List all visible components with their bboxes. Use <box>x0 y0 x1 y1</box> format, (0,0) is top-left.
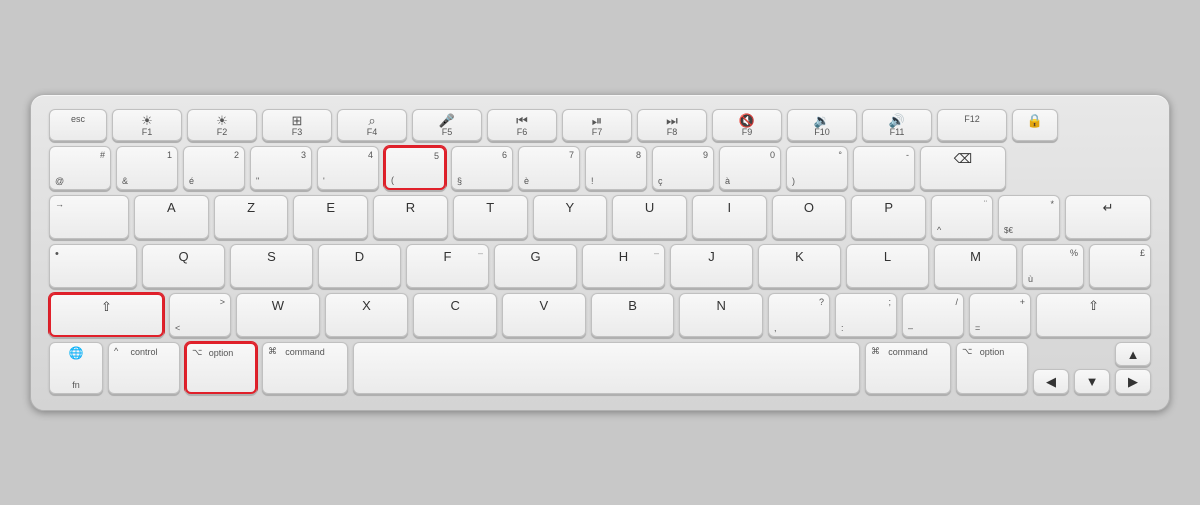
key-n[interactable]: N <box>679 293 763 337</box>
key-arrow-down[interactable]: ▼ <box>1074 369 1110 394</box>
key-i[interactable]: I <box>692 195 767 239</box>
key-a[interactable]: A <box>134 195 209 239</box>
arrow-lr-row: ◀ ▼ ▶ <box>1033 369 1151 394</box>
key-7[interactable]: 7 è <box>518 146 580 190</box>
key-enter[interactable]: ↵ <box>1065 195 1151 239</box>
key-minus[interactable]: - <box>853 146 915 190</box>
modifier-row: 🌐 fn ^ control ⌥ option ⌘ command ⌘ comm… <box>49 342 1151 394</box>
key-control[interactable]: ^ control <box>108 342 180 394</box>
key-f1[interactable]: ☀︎ F1 <box>112 109 182 142</box>
key-comma[interactable]: ? , <box>768 293 830 337</box>
key-f7[interactable]: ⏯ F7 <box>562 109 632 142</box>
key-f10[interactable]: 🔉 F10 <box>787 109 857 142</box>
keyboard: esc ☀︎ F1 ☀ F2 ⊞ F3 ⌕ F4 🎤 F5 ⏮ F6 ⏯ F7 <box>30 94 1170 412</box>
key-o[interactable]: O <box>772 195 847 239</box>
key-arrow-left[interactable]: ◀ <box>1033 369 1069 394</box>
key-j[interactable]: J <box>670 244 753 288</box>
key-slash[interactable]: / – <box>902 293 964 337</box>
key-shift-left[interactable]: ⇧ <box>49 293 164 337</box>
key-arrow-up[interactable]: ▲ <box>1115 342 1151 366</box>
key-r[interactable]: R <box>373 195 448 239</box>
key-0[interactable]: 0 à <box>719 146 781 190</box>
key-g[interactable]: G <box>494 244 577 288</box>
key-e[interactable]: E <box>293 195 368 239</box>
key-space[interactable] <box>353 342 860 394</box>
key-tab[interactable]: → <box>49 195 129 239</box>
key-fn[interactable]: 🌐 fn <box>49 342 103 394</box>
arrow-up-row: ▲ <box>1033 342 1151 366</box>
key-h[interactable]: – H <box>582 244 665 288</box>
key-f9[interactable]: 🔇 F9 <box>712 109 782 142</box>
key-f12[interactable]: F12 <box>937 109 1007 142</box>
key-option-left[interactable]: ⌥ option <box>185 342 257 394</box>
key-backspace[interactable]: ⌫ <box>920 146 1006 190</box>
number-row: # @ 1 & 2 é 3 " 4 ' 5 ( 6 § 7 è <box>49 146 1151 190</box>
key-f2[interactable]: ☀ F2 <box>187 109 257 142</box>
qwerty-row3: ⇧ > < W X C V B N ? , ; : / – + = ⇧ <box>49 293 1151 337</box>
key-arrow-right[interactable]: ▶ <box>1115 369 1151 394</box>
key-command-right[interactable]: ⌘ command <box>865 342 951 394</box>
key-f11[interactable]: 🔊 F11 <box>862 109 932 142</box>
arrow-cluster: ▲ ◀ ▼ ▶ <box>1033 342 1151 394</box>
key-9[interactable]: 9 ç <box>652 146 714 190</box>
key-m[interactable]: M <box>934 244 1017 288</box>
key-f6[interactable]: ⏮ F6 <box>487 109 557 142</box>
key-command-left[interactable]: ⌘ command <box>262 342 348 394</box>
key-d[interactable]: D <box>318 244 401 288</box>
key-esc[interactable]: esc <box>49 109 107 142</box>
key-shift-right[interactable]: ⇧ <box>1036 293 1151 337</box>
key-degree[interactable]: ° ) <box>786 146 848 190</box>
key-b[interactable]: B <box>591 293 675 337</box>
key-pound[interactable]: £ <box>1089 244 1151 288</box>
key-w[interactable]: W <box>236 293 320 337</box>
key-1[interactable]: 1 & <box>116 146 178 190</box>
key-t[interactable]: T <box>453 195 528 239</box>
key-6[interactable]: 6 § <box>451 146 513 190</box>
key-caret[interactable]: ¨ ^ <box>931 195 993 239</box>
key-y[interactable]: Y <box>533 195 608 239</box>
key-5[interactable]: 5 ( <box>384 146 446 190</box>
key-l[interactable]: L <box>846 244 929 288</box>
key-lt-gt[interactable]: > < <box>169 293 231 337</box>
key-lock[interactable]: 🔒 <box>1012 109 1058 142</box>
key-p[interactable]: P <box>851 195 926 239</box>
key-f5[interactable]: 🎤 F5 <box>412 109 482 142</box>
key-2[interactable]: 2 é <box>183 146 245 190</box>
f-row: esc ☀︎ F1 ☀ F2 ⊞ F3 ⌕ F4 🎤 F5 ⏮ F6 ⏯ F7 <box>49 109 1151 142</box>
key-f[interactable]: – F <box>406 244 489 288</box>
key-f8[interactable]: ⏭ F8 <box>637 109 707 142</box>
key-x[interactable]: X <box>325 293 409 337</box>
key-c[interactable]: C <box>413 293 497 337</box>
key-v[interactable]: V <box>502 293 586 337</box>
key-option-right[interactable]: ⌥ option <box>956 342 1028 394</box>
key-at[interactable]: # @ <box>49 146 111 190</box>
key-s[interactable]: S <box>230 244 313 288</box>
qwerty-row2: • Q S D – F G – H J K L M % ù £ <box>49 244 1151 288</box>
key-capslock[interactable]: • <box>49 244 137 288</box>
key-z[interactable]: Z <box>214 195 289 239</box>
key-k[interactable]: K <box>758 244 841 288</box>
key-equals[interactable]: + = <box>969 293 1031 337</box>
key-3[interactable]: 3 " <box>250 146 312 190</box>
key-f4[interactable]: ⌕ F4 <box>337 109 407 142</box>
key-percent[interactable]: % ù <box>1022 244 1084 288</box>
key-semicolon[interactable]: ; : <box>835 293 897 337</box>
key-f3[interactable]: ⊞ F3 <box>262 109 332 142</box>
key-dollar[interactable]: * $€ <box>998 195 1060 239</box>
key-q[interactable]: Q <box>142 244 225 288</box>
key-4[interactable]: 4 ' <box>317 146 379 190</box>
key-u[interactable]: U <box>612 195 687 239</box>
qwerty-row1: → A Z E R T Y U I O P ¨ ^ * $€ ↵ <box>49 195 1151 239</box>
key-8[interactable]: 8 ! <box>585 146 647 190</box>
